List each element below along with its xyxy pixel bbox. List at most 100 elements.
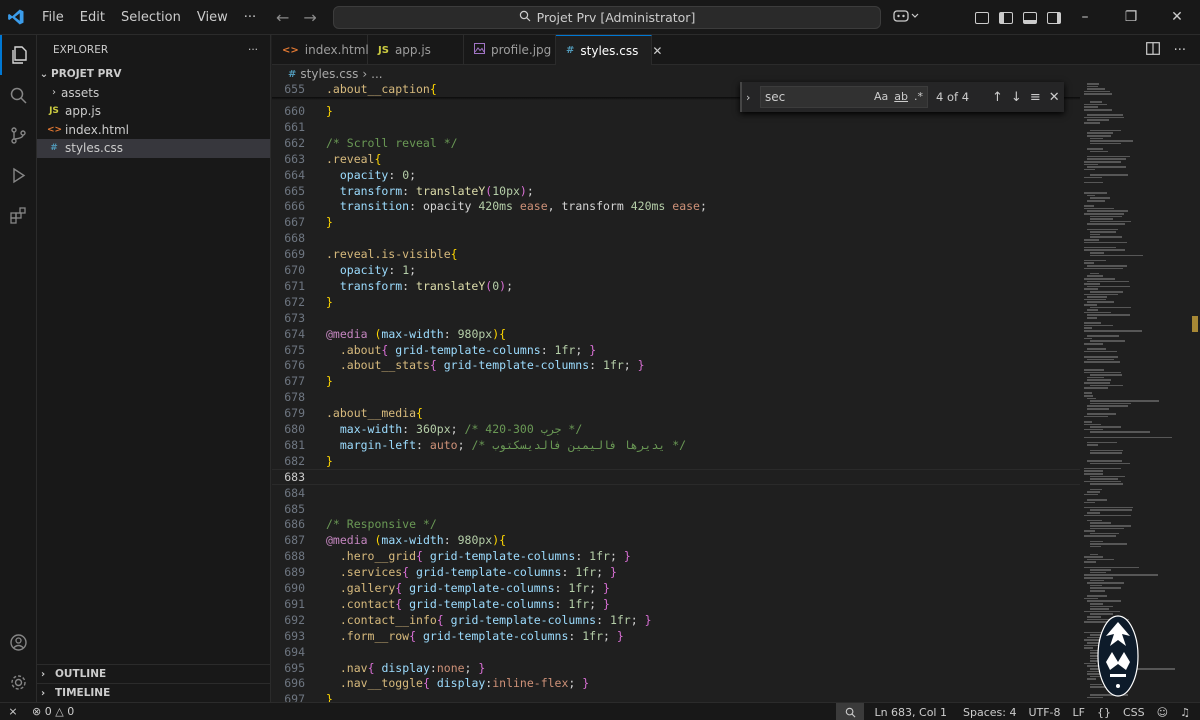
settings-gear-icon[interactable] — [0, 662, 37, 702]
close-window-icon[interactable]: ✕ — [1154, 0, 1200, 35]
code-line[interactable]: 685 — [272, 501, 1080, 517]
code-line[interactable]: 695 .nav{ display:none; } — [272, 660, 1080, 676]
code-line[interactable]: 671 transform: translateY(0); — [272, 278, 1080, 294]
zoom-search-icon[interactable] — [836, 703, 865, 720]
code-line[interactable]: 692 .contact__info{ grid-template-column… — [272, 612, 1080, 628]
forward-arrow-icon[interactable]: → — [303, 8, 316, 27]
notifications-bell-icon[interactable]: ♫ — [1174, 706, 1200, 719]
match-whole-word-icon[interactable]: ab — [894, 90, 908, 103]
split-editor-icon[interactable] — [1145, 41, 1160, 59]
code-line[interactable]: 690 .gallery{ grid-template-columns: 1fr… — [272, 580, 1080, 596]
next-match-arrow-icon[interactable]: ↓ — [1011, 90, 1022, 105]
more-actions-icon[interactable]: ··· — [1174, 43, 1186, 58]
code-line[interactable]: 694 — [272, 644, 1080, 660]
back-arrow-icon[interactable]: ← — [276, 8, 289, 27]
project-folder[interactable]: ⌄ PROJET PRV — [37, 65, 270, 84]
code-line[interactable]: 664 opacity: 0; — [272, 167, 1080, 183]
menu-file[interactable]: File — [34, 0, 72, 35]
code-line[interactable]: 679 .about__media{ — [272, 405, 1080, 421]
tree-item-index-html[interactable]: <> index.html — [37, 121, 270, 140]
code-line[interactable]: 672} — [272, 294, 1080, 310]
toggle-primary-sidebar-icon[interactable] — [999, 11, 1013, 24]
tab-index-html[interactable]: <> index.html — [272, 35, 369, 65]
toggle-secondary-sidebar-icon[interactable] — [1047, 11, 1061, 24]
code-line[interactable]: 684 — [272, 485, 1080, 501]
code-line[interactable]: 668 — [272, 230, 1080, 246]
code-line[interactable]: 688 .hero__grid{ grid-template-columns: … — [272, 548, 1080, 564]
code-line[interactable]: 696 .nav__toggle{ display:inline-flex; } — [272, 675, 1080, 691]
tree-item-app-js[interactable]: JS app.js — [37, 102, 270, 121]
cursor-position[interactable]: Ln 683, Col 1 — [864, 706, 957, 719]
code-line[interactable]: 682} — [272, 453, 1080, 469]
minimap[interactable] — [1082, 81, 1190, 702]
menu-view[interactable]: View — [189, 0, 236, 35]
code-line[interactable]: 693 .form__row{ grid-template-columns: 1… — [272, 628, 1080, 644]
menu-more[interactable]: ··· — [236, 0, 264, 35]
search-icon[interactable] — [0, 75, 37, 115]
timeline-section[interactable]: › TIMELINE — [37, 683, 271, 702]
code-line[interactable]: 669 .reveal.is-visible{ — [272, 246, 1080, 262]
code-line[interactable]: 661 — [272, 119, 1080, 135]
find-in-selection-icon[interactable]: ≡ — [1030, 90, 1041, 105]
customize-layout-icon[interactable] — [975, 11, 989, 24]
code-line[interactable]: 681 margin-left: auto; /* يديرها فاليمين… — [272, 437, 1080, 453]
code-line[interactable]: 673 — [272, 310, 1080, 326]
code-editor[interactable]: 660} 661 662/* Scroll reveal */663 .reveal{… — [272, 81, 1080, 702]
code-line[interactable]: 665 transform: translateY(10px); — [272, 183, 1080, 199]
encoding[interactable]: UTF-8 — [1022, 706, 1066, 719]
code-line[interactable]: 667} — [272, 214, 1080, 230]
tree-item-assets[interactable]: › assets — [37, 84, 270, 103]
copilot-icon[interactable] — [893, 8, 919, 28]
language-mode[interactable]: CSS — [1117, 706, 1151, 719]
code-line[interactable]: 675 .about{ grid-template-columns: 1fr; … — [272, 342, 1080, 358]
code-line[interactable]: 678 — [272, 389, 1080, 405]
menu-selection[interactable]: Selection — [113, 0, 189, 35]
end-of-line[interactable]: LF — [1067, 706, 1091, 719]
code-line[interactable]: 676 .about__stats{ grid-template-columns… — [272, 357, 1080, 373]
code-line[interactable]: 677} — [272, 373, 1080, 389]
copilot-status-icon[interactable]: ☺ — [1151, 706, 1174, 719]
problems-indicator[interactable]: ⊗ 0 △ 0 — [26, 705, 80, 718]
code-line[interactable]: 689 .services{ grid-template-columns: 1f… — [272, 564, 1080, 580]
breadcrumb-file[interactable]: styles.css — [300, 67, 358, 81]
minimize-icon[interactable]: – — [1062, 0, 1108, 35]
code-line[interactable]: 662 /* Scroll reveal */ — [272, 135, 1080, 151]
tab-styles-css[interactable]: # styles.css ✕ — [556, 35, 662, 65]
tab-app-js[interactable]: JS app.js — [368, 35, 464, 65]
code-line[interactable]: 697} — [272, 691, 1080, 702]
use-regex-icon[interactable]: .* — [914, 90, 923, 103]
restore-icon[interactable]: ❐ — [1108, 0, 1154, 35]
close-tab-icon[interactable]: ✕ — [652, 44, 662, 58]
code-line[interactable]: 663 .reveal{ — [272, 151, 1080, 167]
previous-match-arrow-icon[interactable]: ↑ — [992, 90, 1003, 105]
code-line[interactable]: 683 — [272, 469, 1080, 485]
menu-edit[interactable]: Edit — [72, 0, 113, 35]
explorer-files-icon[interactable] — [0, 35, 37, 75]
source-control-icon[interactable] — [0, 115, 37, 155]
code-line[interactable]: 680 max-width: 360px; /* 420-300 جرب */ — [272, 421, 1080, 437]
language-braces-icon[interactable]: {} — [1091, 706, 1117, 719]
toggle-panel-icon[interactable] — [1023, 11, 1037, 24]
code-line[interactable]: 687 @media (max-width: 980px){ — [272, 532, 1080, 548]
account-icon[interactable] — [0, 622, 37, 662]
command-center[interactable]: Projet Prv [Administrator] — [333, 6, 881, 29]
code-line[interactable]: 674 @media (max-width: 980px){ — [272, 326, 1080, 342]
more-actions-icon[interactable]: ··· — [248, 44, 258, 56]
tree-item-styles-css[interactable]: # styles.css — [37, 139, 270, 158]
indentation[interactable]: Spaces: 4 — [957, 706, 1022, 719]
run-debug-icon[interactable] — [0, 155, 37, 195]
code-line[interactable]: 666 transition: opacity 420ms ease, tran… — [272, 198, 1080, 214]
code-line[interactable]: 691 .contact{ grid-template-columns: 1fr… — [272, 596, 1080, 612]
toggle-replace-chevron-icon[interactable]: › — [746, 91, 760, 104]
remote-indicator-icon[interactable]: ⨯ — [0, 703, 26, 720]
code-line[interactable]: 670 opacity: 1; — [272, 262, 1080, 278]
close-find-icon[interactable]: ✕ — [1049, 90, 1060, 105]
outline-section[interactable]: › OUTLINE — [37, 664, 271, 683]
breadcrumb-symbol[interactable]: ... — [371, 67, 382, 81]
match-case-icon[interactable]: Aa — [874, 90, 888, 103]
tab-profile-jpg[interactable]: profile.jpg — [464, 35, 556, 65]
find-input[interactable]: sec Aa ab .* — [760, 86, 928, 108]
code-line[interactable]: 686 /* Responsive */ — [272, 516, 1080, 532]
extensions-icon[interactable] — [0, 195, 37, 235]
